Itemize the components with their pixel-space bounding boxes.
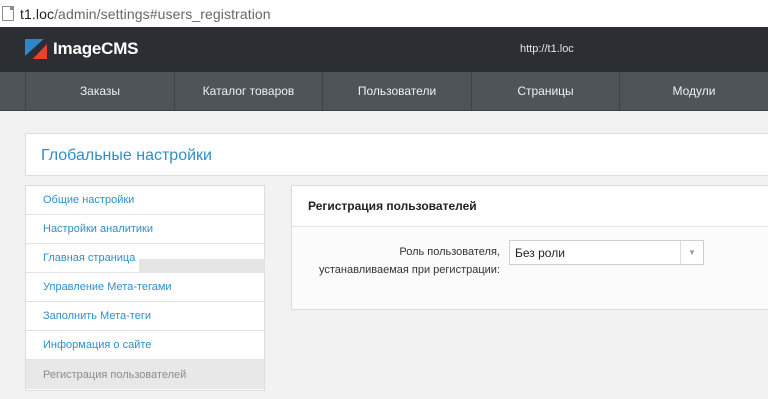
- site-link[interactable]: http://t1.loc: [520, 43, 574, 55]
- chevron-down-icon[interactable]: ▼: [680, 241, 703, 264]
- url-host: t1.loc: [20, 5, 55, 22]
- address-bar[interactable]: t1.loc/admin/settings#users_registration: [0, 0, 768, 27]
- nav-item-pages[interactable]: Страницы: [471, 72, 619, 110]
- main-nav: Заказы Каталог товаров Пользователи Стра…: [0, 72, 768, 111]
- page-title: Глобальные настройки: [41, 147, 212, 164]
- role-select-value: Без роли: [515, 245, 565, 260]
- page-icon: [2, 6, 14, 21]
- url-path: /admin/settings#users_registration: [54, 5, 271, 22]
- sidebar-item-fill-meta[interactable]: Заполнить Мета-теги: [26, 302, 264, 331]
- sidebar-item-site-info[interactable]: Информация о сайте: [26, 331, 264, 360]
- panel-heading: Регистрация пользователей: [292, 186, 768, 227]
- settings-sidebar: Общие настройки Настройки аналитики Глав…: [25, 185, 265, 391]
- role-field-label-line1: Роль пользователя,: [399, 246, 500, 258]
- hover-shade: [139, 259, 265, 273]
- sidebar-item-meta-tags[interactable]: Управление Мета-тегами: [26, 273, 264, 302]
- nav-item-orders[interactable]: Заказы: [25, 72, 174, 110]
- url-text[interactable]: t1.loc/admin/settings#users_registration: [20, 6, 271, 22]
- role-select[interactable]: Без роли ▼: [509, 240, 704, 265]
- top-header: ImageCMS http://t1.loc: [0, 27, 768, 72]
- registration-panel: Регистрация пользователей Роль пользоват…: [291, 185, 768, 310]
- sidebar-item-general[interactable]: Общие настройки: [26, 186, 264, 215]
- sidebar-item-analytics[interactable]: Настройки аналитики: [26, 215, 264, 244]
- sidebar-item-user-registration[interactable]: Регистрация пользователей: [26, 360, 264, 389]
- imagecms-logo-icon: [25, 39, 47, 59]
- page-title-box: Глобальные настройки: [25, 133, 768, 176]
- logo-text: ImageCMS: [53, 39, 139, 58]
- logo[interactable]: ImageCMS: [25, 39, 139, 59]
- nav-item-users[interactable]: Пользователи: [322, 72, 471, 110]
- role-field-label: Роль пользователя, устанавливаемая при р…: [292, 243, 500, 279]
- nav-item-modules[interactable]: Модули: [619, 72, 768, 110]
- role-field-label-line2: устанавливаемая при регистрации:: [319, 264, 500, 276]
- nav-item-catalog[interactable]: Каталог товаров: [174, 72, 322, 110]
